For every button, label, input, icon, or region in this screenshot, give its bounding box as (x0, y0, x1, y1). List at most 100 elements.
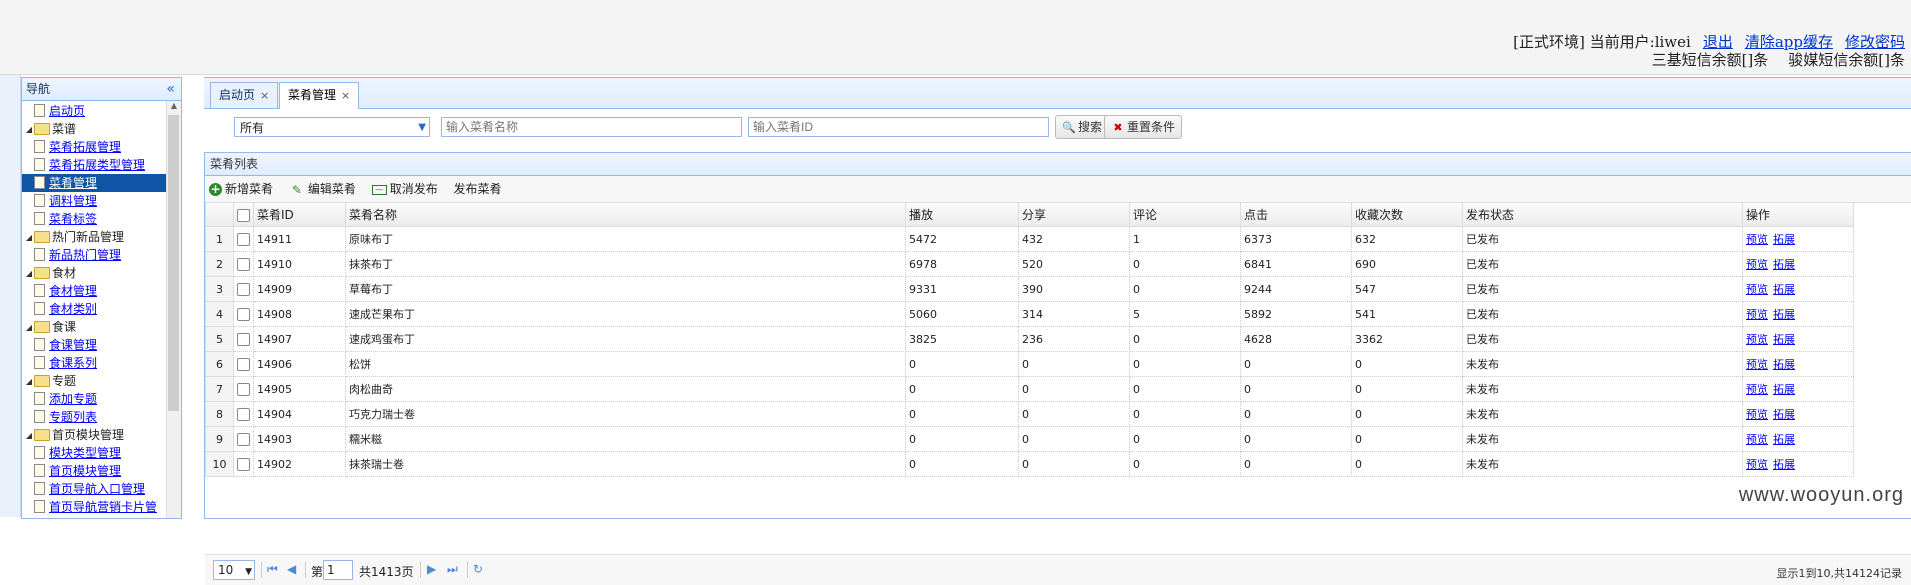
nav-item[interactable]: ◢ 首页模块管理 (22, 426, 181, 445)
nav-link[interactable]: 食课管理 (49, 338, 97, 352)
col-header-status[interactable]: 发布状态 (1462, 203, 1743, 227)
nav-item[interactable]: 添加专题 (22, 390, 181, 408)
nav-item[interactable]: ◢ 专题 (22, 372, 181, 391)
extend-link[interactable]: 拓展 (1773, 333, 1795, 346)
reset-button[interactable]: ✖ 重置条件 (1104, 115, 1183, 139)
row-checkbox[interactable] (237, 357, 250, 371)
row-checkbox[interactable] (237, 257, 250, 271)
nav-item[interactable]: 菜肴拓展管理 (22, 138, 181, 156)
page-number-input[interactable]: 1 (323, 560, 353, 580)
nav-item[interactable]: ◢ 食课 (22, 318, 181, 337)
extend-link[interactable]: 拓展 (1773, 233, 1795, 246)
nav-item[interactable]: 首页导航营销卡片管 (22, 498, 181, 516)
preview-link[interactable]: 预览 (1746, 308, 1768, 321)
expand-arrow-icon[interactable]: ◢ (24, 427, 34, 445)
nav-scrollbar[interactable]: ▲ (166, 101, 181, 518)
table-row[interactable]: 8 14904 巧克力瑞士卷 0 0 0 0 0 未发布 预览 拓展 (205, 401, 1854, 427)
expand-arrow-icon[interactable]: ◢ (24, 229, 34, 247)
tab-home[interactable]: 启动页 × (210, 82, 279, 108)
nav-link[interactable]: 首页导航入口管理 (49, 482, 145, 496)
table-row[interactable]: 7 14905 肉松曲奇 0 0 0 0 0 未发布 预览 拓展 (205, 376, 1854, 402)
nav-item[interactable]: ◢ 食材 (22, 264, 181, 283)
nav-link[interactable]: 专题列表 (49, 410, 97, 424)
close-icon[interactable]: × (341, 89, 350, 102)
table-row[interactable]: 9 14903 糯米糍 0 0 0 0 0 未发布 预览 拓展 (205, 426, 1854, 452)
nav-link[interactable]: 启动页 (49, 104, 85, 118)
edit-dish-button[interactable]: ✎ 编辑菜肴 (289, 176, 356, 202)
last-page-icon[interactable]: ⏭ (447, 562, 458, 577)
nav-item[interactable]: 启动页 (22, 102, 181, 120)
nav-item[interactable]: 菜肴拓展类型管理 (22, 156, 181, 174)
nav-item[interactable]: 菜肴管理 (22, 174, 181, 192)
table-row[interactable]: 6 14906 松饼 0 0 0 0 0 未发布 预览 拓展 (205, 351, 1854, 377)
row-checkbox[interactable] (237, 382, 250, 396)
table-row[interactable]: 2 14910 抹茶布丁 6978 520 0 6841 690 已发布 预览 拓展 (205, 251, 1854, 277)
extend-link[interactable]: 拓展 (1773, 383, 1795, 396)
scroll-thumb[interactable] (168, 115, 179, 411)
nav-item[interactable]: 调料管理 (22, 192, 181, 210)
prev-page-icon[interactable]: ◀ (287, 562, 296, 576)
dish-name-input[interactable] (441, 117, 742, 137)
row-checkbox[interactable] (237, 332, 250, 346)
row-checkbox[interactable] (237, 282, 250, 296)
search-button[interactable]: 🔍 搜索 (1055, 115, 1110, 139)
nav-link[interactable]: 食材类别 (49, 302, 97, 316)
expand-arrow-icon[interactable]: ◢ (24, 319, 34, 337)
row-checkbox[interactable] (237, 432, 250, 446)
nav-link[interactable]: 食材管理 (49, 284, 97, 298)
row-checkbox[interactable] (237, 457, 250, 471)
extend-link[interactable]: 拓展 (1773, 408, 1795, 421)
nav-link[interactable]: 食课系列 (49, 356, 97, 370)
expand-arrow-icon[interactable]: ◢ (24, 373, 34, 391)
preview-link[interactable]: 预览 (1746, 433, 1768, 446)
col-header-name[interactable]: 菜肴名称 (345, 203, 906, 227)
preview-link[interactable]: 预览 (1746, 383, 1768, 396)
nav-item[interactable]: 首页模块管理 (22, 462, 181, 480)
nav-link[interactable]: 新品热门管理 (49, 248, 121, 262)
table-row[interactable]: 4 14908 速成芒果布丁 5060 314 5 5892 541 已发布 预览 拓展 (205, 301, 1854, 327)
row-checkbox[interactable] (237, 307, 250, 321)
extend-link[interactable]: 拓展 (1773, 258, 1795, 271)
collapse-icon[interactable]: « (166, 78, 175, 100)
expand-arrow-icon[interactable]: ◢ (24, 121, 34, 139)
scroll-up-icon[interactable]: ▲ (167, 101, 181, 113)
nav-item[interactable]: 新品热门管理 (22, 246, 181, 264)
preview-link[interactable]: 预览 (1746, 233, 1768, 246)
nav-item[interactable]: 食课管理 (22, 336, 181, 354)
add-dish-button[interactable]: + 新增菜肴 (209, 176, 273, 202)
extend-link[interactable]: 拓展 (1773, 358, 1795, 371)
preview-link[interactable]: 预览 (1746, 333, 1768, 346)
table-row[interactable]: 5 14907 速成鸡蛋布丁 3825 236 0 4628 3362 已发布 预览 拓展 (205, 326, 1854, 352)
unpublish-button[interactable]: — 取消发布 (371, 176, 438, 202)
nav-item[interactable]: ◢ 菜谱 (22, 120, 181, 139)
col-header-fav[interactable]: 收藏次数 (1351, 203, 1463, 227)
table-row[interactable]: 1 14911 原味布丁 5472 432 1 6373 632 已发布 预览 拓展 (205, 226, 1854, 252)
first-page-icon[interactable]: ⏮ (267, 562, 278, 577)
row-checkbox[interactable] (237, 232, 250, 246)
col-header-share[interactable]: 分享 (1018, 203, 1130, 227)
preview-link[interactable]: 预览 (1746, 408, 1768, 421)
col-header-play[interactable]: 播放 (905, 203, 1019, 227)
close-icon[interactable]: × (260, 89, 269, 102)
nav-link[interactable]: 菜肴标签 (49, 212, 97, 226)
status-select[interactable]: 所有 ▼ (234, 117, 430, 137)
select-all-checkbox[interactable] (237, 208, 250, 222)
extend-link[interactable]: 拓展 (1773, 433, 1795, 446)
nav-link[interactable]: 菜肴拓展管理 (49, 140, 121, 154)
col-header-id[interactable]: 菜肴ID (253, 203, 346, 227)
extend-link[interactable]: 拓展 (1773, 458, 1795, 471)
nav-item[interactable]: 首页导航入口管理 (22, 480, 181, 498)
nav-link[interactable]: 模块类型管理 (49, 446, 121, 460)
tab-dish-management[interactable]: 菜肴管理 × (279, 82, 360, 109)
table-row[interactable]: 3 14909 草莓布丁 9331 390 0 9244 547 已发布 预览 拓展 (205, 276, 1854, 302)
nav-link[interactable]: 首页导航营销卡片管 (49, 500, 157, 514)
nav-item[interactable]: 食课系列 (22, 354, 181, 372)
dish-id-input[interactable] (748, 117, 1049, 137)
preview-link[interactable]: 预览 (1746, 283, 1768, 296)
nav-link[interactable]: 添加专题 (49, 392, 97, 406)
nav-item[interactable]: 专题列表 (22, 408, 181, 426)
row-checkbox[interactable] (237, 407, 250, 421)
preview-link[interactable]: 预览 (1746, 458, 1768, 471)
expand-arrow-icon[interactable]: ◢ (24, 265, 34, 283)
extend-link[interactable]: 拓展 (1773, 308, 1795, 321)
